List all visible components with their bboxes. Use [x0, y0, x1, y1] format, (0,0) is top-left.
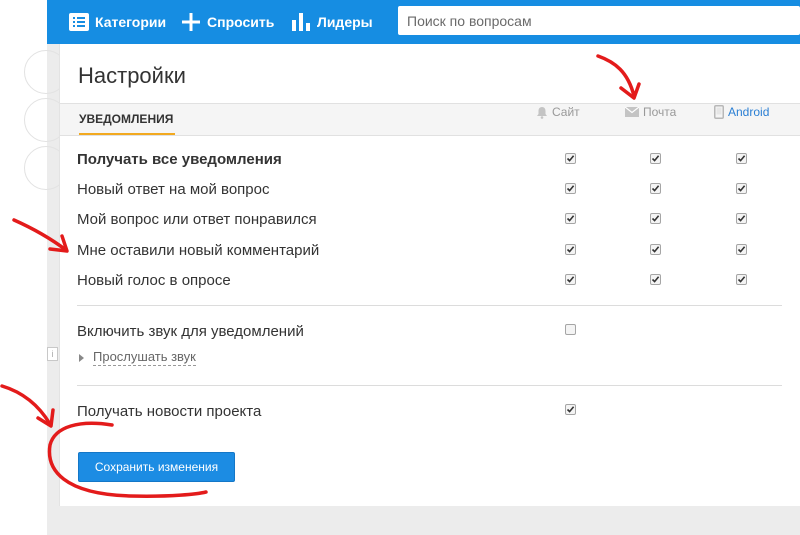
top-navigation-bar: Категории Спросить Лидеры	[47, 0, 800, 44]
checkbox-mail[interactable]	[650, 213, 661, 224]
checkbox-mail[interactable]	[650, 244, 661, 255]
checkbox-site[interactable]	[565, 274, 576, 285]
check-icon	[737, 215, 746, 222]
tab-bar: УВЕДОМЛЕНИЯ	[60, 103, 800, 136]
check-icon	[737, 185, 746, 192]
listen-sound-toggle[interactable]: Прослушать звук	[79, 349, 196, 366]
check-icon	[566, 215, 575, 222]
list-icon	[69, 13, 89, 31]
tab-notifications[interactable]: УВЕДОМЛЕНИЯ	[79, 104, 176, 135]
settings-panel: Настройки УВЕДОМЛЕНИЯ Сайт Почта Android…	[59, 44, 800, 506]
nav-ask-label: Спросить	[207, 14, 275, 30]
check-icon	[566, 185, 575, 192]
check-icon	[566, 155, 575, 162]
notification-label: Новый голос в опросе	[77, 272, 231, 289]
column-site-label: Сайт	[552, 105, 580, 119]
news-label: Получать новости проекта	[77, 403, 262, 420]
notification-label: Мне оставили новый комментарий	[77, 242, 320, 259]
nav-leaders[interactable]: Лидеры	[291, 11, 373, 33]
check-icon	[737, 276, 746, 283]
divider	[77, 305, 782, 306]
search-input[interactable]	[398, 6, 800, 35]
nav-ask[interactable]: Спросить	[181, 11, 274, 33]
expand-triangle-icon	[79, 353, 84, 362]
checkbox-site[interactable]	[565, 244, 576, 255]
check-icon	[651, 185, 660, 192]
notification-label: Новый ответ на мой вопрос	[77, 181, 270, 198]
check-icon	[566, 276, 575, 283]
check-icon	[651, 215, 660, 222]
phone-icon	[714, 105, 724, 119]
check-icon	[651, 246, 660, 253]
column-header-android: Android	[714, 104, 769, 120]
envelope-icon	[625, 107, 639, 117]
sound-label: Включить звук для уведомлений	[77, 323, 304, 340]
notification-label: Мой вопрос или ответ понравился	[77, 211, 317, 228]
checkbox-mail[interactable]	[650, 153, 661, 164]
checkbox-mail[interactable]	[650, 183, 661, 194]
nav-leaders-label: Лидеры	[317, 14, 373, 30]
page-title: Настройки	[78, 63, 186, 88]
info-icon[interactable]: i	[47, 347, 58, 361]
checkbox-mail[interactable]	[650, 274, 661, 285]
notification-label: Получать все уведомления	[77, 151, 282, 168]
plus-icon	[182, 13, 200, 31]
column-android-label: Android	[728, 105, 770, 119]
checkbox-site[interactable]	[565, 213, 576, 224]
bell-icon	[537, 106, 547, 119]
checkbox-android[interactable]	[736, 274, 747, 285]
check-icon	[566, 406, 575, 413]
news-checkbox[interactable]	[565, 404, 576, 415]
column-mail-label: Почта	[643, 105, 677, 119]
bar-chart-icon	[292, 13, 310, 31]
check-icon	[651, 155, 660, 162]
check-icon	[651, 276, 660, 283]
checkbox-android[interactable]	[736, 244, 747, 255]
save-button[interactable]: Сохранить изменения	[78, 452, 235, 482]
nav-categories[interactable]: Категории	[69, 11, 166, 33]
checkbox-android[interactable]	[736, 183, 747, 194]
listen-sound-label: Прослушать звук	[93, 349, 196, 366]
column-header-mail: Почта	[625, 104, 676, 120]
nav-categories-label: Категории	[95, 14, 167, 30]
left-sidebar	[0, 0, 68, 535]
sound-checkbox[interactable]	[565, 324, 576, 335]
divider	[77, 385, 782, 386]
check-icon	[566, 246, 575, 253]
checkbox-site[interactable]	[565, 153, 576, 164]
column-header-site: Сайт	[536, 104, 580, 120]
checkbox-android[interactable]	[736, 213, 747, 224]
checkbox-android[interactable]	[736, 153, 747, 164]
check-icon	[737, 155, 746, 162]
check-icon	[737, 246, 746, 253]
checkbox-site[interactable]	[565, 183, 576, 194]
